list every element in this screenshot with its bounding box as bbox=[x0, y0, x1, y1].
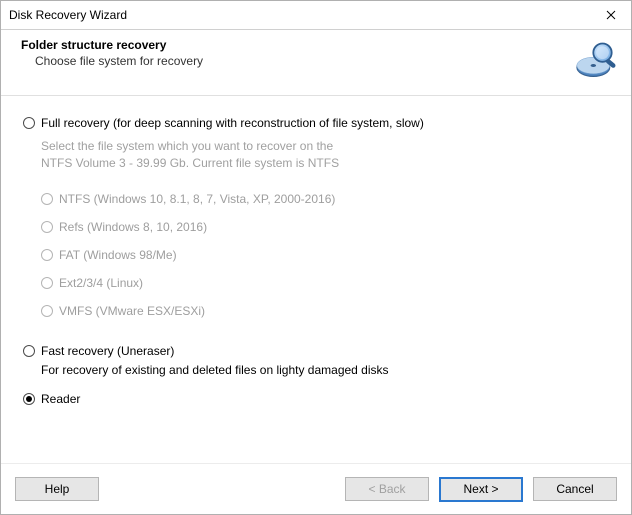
radio-reader[interactable]: Reader bbox=[23, 392, 609, 406]
radio-fs-ntfs: NTFS (Windows 10, 8.1, 8, 7, Vista, XP, … bbox=[41, 192, 609, 206]
radio-label: Fast recovery (Uneraser) bbox=[41, 344, 174, 358]
radio-label: NTFS (Windows 10, 8.1, 8, 7, Vista, XP, … bbox=[59, 192, 335, 206]
option-reader: Reader bbox=[23, 392, 609, 406]
radio-icon bbox=[23, 393, 35, 405]
window-title: Disk Recovery Wizard bbox=[9, 8, 127, 22]
desc-line1: Select the file system which you want to… bbox=[41, 139, 333, 153]
radio-icon bbox=[41, 277, 53, 289]
option-fast-recovery: Fast recovery (Uneraser) For recovery of… bbox=[23, 344, 609, 379]
filesystem-options: NTFS (Windows 10, 8.1, 8, 7, Vista, XP, … bbox=[23, 192, 609, 318]
close-icon bbox=[606, 10, 616, 20]
cancel-button[interactable]: Cancel bbox=[533, 477, 617, 501]
titlebar: Disk Recovery Wizard bbox=[1, 1, 631, 30]
help-button[interactable]: Help bbox=[15, 477, 99, 501]
desc-line2: NTFS Volume 3 - 39.99 Gb. Current file s… bbox=[41, 156, 339, 170]
wizard-window: Disk Recovery Wizard Folder structure re… bbox=[0, 0, 632, 515]
radio-full-recovery[interactable]: Full recovery (for deep scanning with re… bbox=[23, 116, 609, 130]
radio-icon bbox=[23, 345, 35, 357]
radio-icon bbox=[41, 193, 53, 205]
radio-label: Refs (Windows 8, 10, 2016) bbox=[59, 220, 207, 234]
radio-label: Full recovery (for deep scanning with re… bbox=[41, 116, 424, 130]
radio-fast-recovery[interactable]: Fast recovery (Uneraser) bbox=[23, 344, 609, 358]
option-full-recovery: Full recovery (for deep scanning with re… bbox=[23, 116, 609, 318]
radio-icon bbox=[41, 305, 53, 317]
wizard-header: Folder structure recovery Choose file sy… bbox=[1, 30, 631, 96]
radio-fs-ext: Ext2/3/4 (Linux) bbox=[41, 276, 609, 290]
radio-label: Ext2/3/4 (Linux) bbox=[59, 276, 143, 290]
radio-icon bbox=[41, 249, 53, 261]
radio-label: VMFS (VMware ESX/ESXi) bbox=[59, 304, 205, 318]
radio-icon bbox=[41, 221, 53, 233]
fast-recovery-desc: For recovery of existing and deleted fil… bbox=[23, 362, 609, 379]
radio-label: Reader bbox=[41, 392, 80, 406]
next-button[interactable]: Next > bbox=[439, 477, 523, 502]
wizard-body: Full recovery (for deep scanning with re… bbox=[1, 96, 631, 463]
header-text: Folder structure recovery Choose file sy… bbox=[21, 38, 203, 68]
radio-fs-fat: FAT (Windows 98/Me) bbox=[41, 248, 609, 262]
page-subtitle: Choose file system for recovery bbox=[21, 52, 203, 68]
radio-fs-refs: Refs (Windows 8, 10, 2016) bbox=[41, 220, 609, 234]
full-recovery-desc: Select the file system which you want to… bbox=[23, 134, 609, 178]
radio-icon bbox=[23, 117, 35, 129]
radio-label: FAT (Windows 98/Me) bbox=[59, 248, 177, 262]
radio-fs-vmfs: VMFS (VMware ESX/ESXi) bbox=[41, 304, 609, 318]
back-button: < Back bbox=[345, 477, 429, 501]
button-bar: Help < Back Next > Cancel bbox=[1, 463, 631, 514]
page-title: Folder structure recovery bbox=[21, 38, 203, 52]
magnifier-disk-icon bbox=[575, 38, 619, 85]
close-button[interactable] bbox=[591, 1, 631, 29]
